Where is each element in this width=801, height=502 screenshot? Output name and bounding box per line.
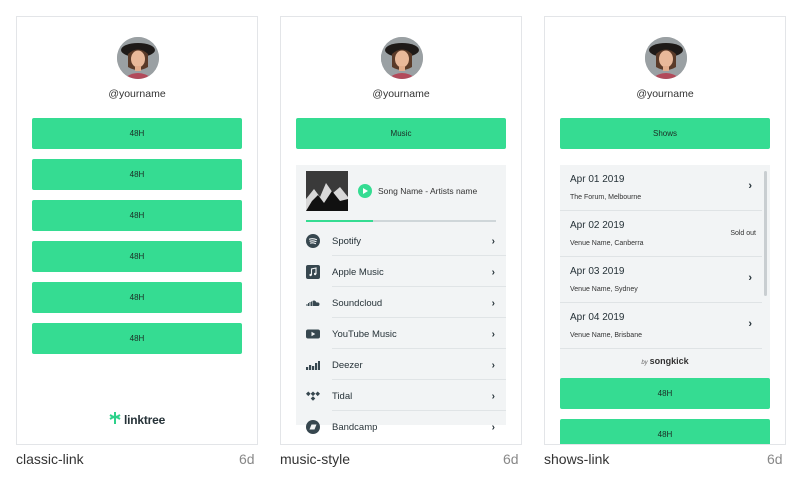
youtube-music-icon	[306, 327, 320, 341]
bandcamp-icon	[306, 420, 320, 434]
service-row-deezer[interactable]: Deezer ›	[296, 350, 506, 380]
chevron-right-icon: ›	[748, 318, 752, 330]
service-label: Deezer	[332, 359, 363, 371]
music-header-button[interactable]: Music	[296, 118, 506, 149]
spotify-icon	[306, 234, 320, 248]
service-label: Bandcamp	[332, 421, 378, 433]
deezer-icon	[306, 358, 320, 372]
link-button[interactable]: 48H	[32, 282, 242, 313]
chevron-right-icon: ›	[491, 359, 495, 371]
sold-out-badge: Sold out	[730, 230, 756, 237]
progress-fill	[306, 220, 373, 222]
service-row-apple-music[interactable]: Apple Music ›	[296, 257, 506, 287]
link-button[interactable]: 48H	[32, 159, 242, 190]
music-style-card[interactable]: @yourname Music Song Name - Artists name…	[280, 16, 522, 445]
now-playing[interactable]: Song Name - Artists name	[306, 171, 496, 211]
username: @yourname	[108, 88, 166, 100]
card-caption: music-style	[280, 451, 351, 467]
link-button[interactable]: 48H	[560, 378, 770, 409]
chevron-right-icon: ›	[491, 235, 495, 247]
link-button[interactable]: 48H	[32, 241, 242, 272]
shows-link-card[interactable]: @yourname Shows Apr 01 2019 The Forum, M…	[544, 16, 786, 445]
songkick-logo: by songkick	[560, 356, 770, 366]
show-date: Apr 02 2019	[570, 220, 625, 231]
service-label: Apple Music	[332, 266, 384, 278]
service-row-youtube-music[interactable]: YouTube Music ›	[296, 319, 506, 349]
show-date: Apr 04 2019	[570, 312, 625, 323]
chevron-right-icon: ›	[491, 266, 495, 278]
show-row[interactable]: Apr 02 2019 Venue Name, Canberra Sold ou…	[560, 211, 762, 257]
show-row[interactable]: Apr 04 2019 Venue Name, Brisbane ›	[560, 303, 762, 349]
service-row-spotify[interactable]: Spotify ›	[296, 226, 506, 256]
service-label: Soundcloud	[332, 297, 383, 309]
soundcloud-icon	[306, 296, 320, 310]
linktree-icon	[109, 412, 121, 427]
service-label: Tidal	[332, 390, 353, 402]
progress-bar[interactable]	[306, 220, 496, 222]
service-row-bandcamp[interactable]: Bandcamp ›	[296, 412, 506, 442]
service-label: YouTube Music	[332, 328, 397, 340]
show-venue: Venue Name, Brisbane	[570, 332, 642, 339]
show-venue: Venue Name, Canberra	[570, 240, 644, 247]
show-date: Apr 03 2019	[570, 266, 625, 277]
avatar	[645, 37, 687, 79]
service-row-soundcloud[interactable]: Soundcloud ›	[296, 288, 506, 318]
card-age: 6d	[767, 451, 783, 467]
classic-link-card[interactable]: @yourname 48H 48H 48H 48H 48H 48H linktr…	[16, 16, 258, 445]
apple-music-icon	[306, 265, 320, 279]
chevron-right-icon: ›	[491, 297, 495, 309]
play-icon[interactable]	[358, 184, 372, 198]
shows-panel: Apr 01 2019 The Forum, Melbourne › Apr 0…	[560, 165, 770, 380]
username: @yourname	[372, 88, 430, 100]
card-age: 6d	[239, 451, 255, 467]
link-button[interactable]: 48H	[32, 118, 242, 149]
username: @yourname	[636, 88, 694, 100]
link-button[interactable]: 48H	[560, 419, 770, 444]
linktree-logo: linktree	[17, 412, 257, 427]
show-venue: The Forum, Melbourne	[570, 194, 642, 201]
link-button[interactable]: 48H	[32, 200, 242, 231]
chevron-right-icon: ›	[748, 180, 752, 192]
avatar	[117, 37, 159, 79]
link-button[interactable]: 48H	[32, 323, 242, 354]
chevron-right-icon: ›	[491, 390, 495, 402]
chevron-right-icon: ›	[491, 421, 495, 433]
show-date: Apr 01 2019	[570, 174, 625, 185]
avatar	[381, 37, 423, 79]
service-row-tidal[interactable]: Tidal ›	[296, 381, 506, 411]
shows-header-button[interactable]: Shows	[560, 118, 770, 149]
linktree-wordmark: linktree	[123, 412, 166, 427]
card-caption: classic-link	[16, 451, 84, 467]
card-age: 6d	[503, 451, 519, 467]
powered-by-prefix: by	[641, 360, 648, 366]
music-panel: Song Name - Artists name Spotify › Apple…	[296, 165, 506, 434]
songkick-wordmark: songkick	[649, 356, 689, 366]
song-title: Song Name - Artists name	[378, 186, 478, 196]
chevron-right-icon: ›	[491, 328, 495, 340]
show-venue: Venue Name, Sydney	[570, 286, 638, 293]
tidal-icon	[306, 389, 320, 403]
show-row[interactable]: Apr 03 2019 Venue Name, Sydney ›	[560, 257, 762, 303]
album-art	[306, 171, 348, 211]
service-label: Spotify	[332, 235, 362, 247]
show-row[interactable]: Apr 01 2019 The Forum, Melbourne ›	[560, 165, 762, 211]
chevron-right-icon: ›	[748, 272, 752, 284]
card-caption: shows-link	[544, 451, 610, 467]
shows-scrollbar[interactable]	[764, 171, 767, 296]
